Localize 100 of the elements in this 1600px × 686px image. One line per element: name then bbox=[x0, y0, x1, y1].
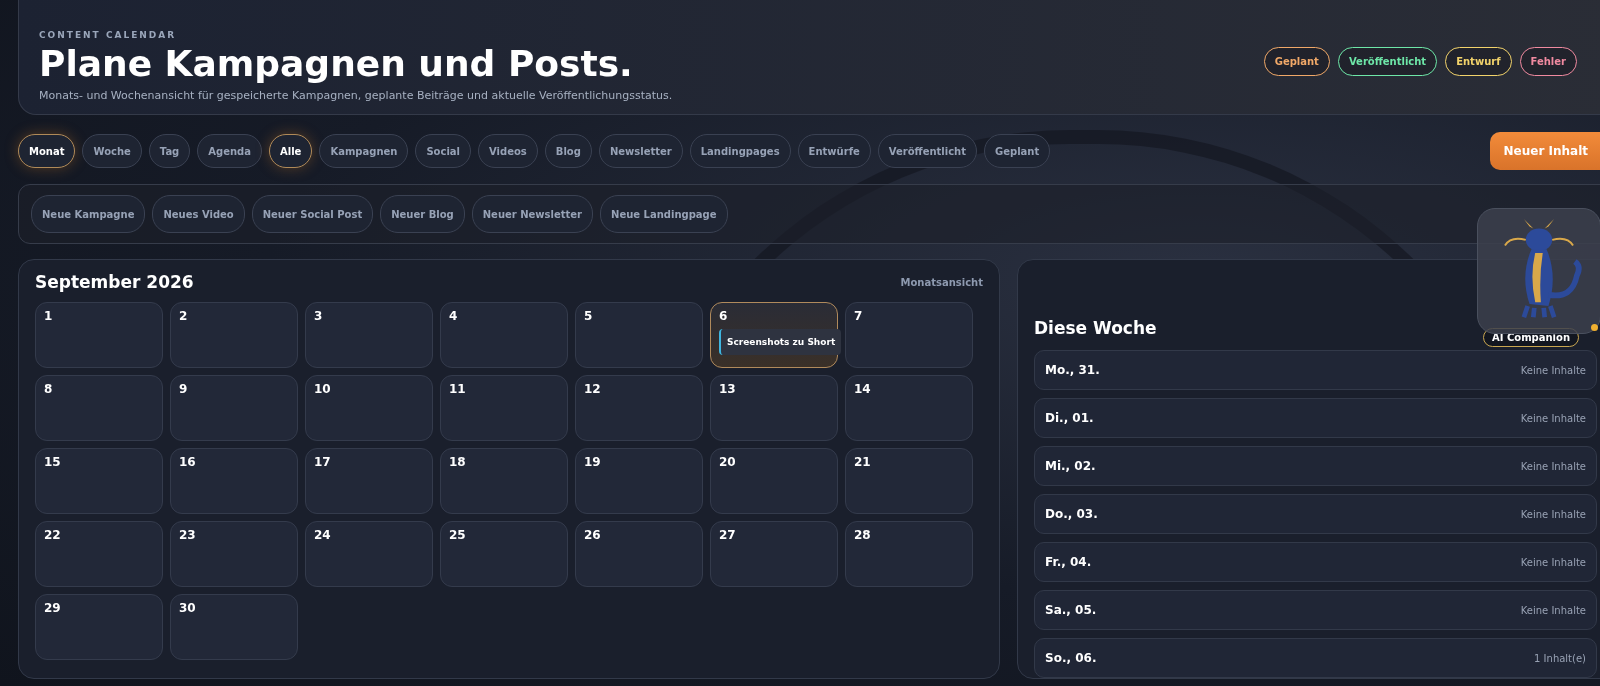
day-number: 14 bbox=[854, 382, 871, 396]
day-cell[interactable]: 19 bbox=[575, 448, 703, 514]
content-count: Keine Inhalte bbox=[1520, 508, 1586, 520]
content-count: Keine Inhalte bbox=[1520, 556, 1586, 568]
day-number: 1 bbox=[44, 309, 53, 323]
day-number: 27 bbox=[719, 528, 736, 542]
view-tab[interactable]: Tag bbox=[148, 134, 191, 168]
week-day-row[interactable]: Mo., 31. Keine Inhalte bbox=[1034, 350, 1597, 390]
day-number: 13 bbox=[719, 382, 736, 396]
filter-chip[interactable]: Entwürfe bbox=[797, 134, 871, 168]
day-number: 16 bbox=[179, 455, 196, 469]
create-button[interactable]: Neue Landingpage bbox=[600, 195, 728, 233]
content-count: Keine Inhalte bbox=[1520, 364, 1586, 376]
day-number: 21 bbox=[854, 455, 871, 469]
day-number: 20 bbox=[719, 455, 736, 469]
filter-chip[interactable]: Geplant bbox=[984, 134, 1051, 168]
day-number: 17 bbox=[314, 455, 331, 469]
day-cell[interactable]: 26 bbox=[575, 521, 703, 587]
day-cell[interactable]: 9 bbox=[170, 375, 298, 441]
day-number: 29 bbox=[44, 601, 61, 615]
day-label: Mo., 31. bbox=[1045, 363, 1100, 377]
day-cell[interactable]: 3 bbox=[305, 302, 433, 368]
filter-chip[interactable]: Landingpages bbox=[689, 134, 791, 168]
view-tab[interactable]: Woche bbox=[82, 134, 142, 168]
day-number: 26 bbox=[584, 528, 601, 542]
day-cell[interactable]: 17 bbox=[305, 448, 433, 514]
create-button[interactable]: Neuer Newsletter bbox=[471, 195, 594, 233]
week-title: Diese Woche bbox=[1034, 318, 1157, 338]
view-tab[interactable]: Agenda bbox=[197, 134, 262, 168]
day-number: 30 bbox=[179, 601, 196, 615]
day-number: 11 bbox=[449, 382, 466, 396]
event-chip[interactable]: Screenshots zu Short bbox=[719, 329, 842, 355]
day-cell[interactable]: 27 bbox=[710, 521, 838, 587]
day-cell[interactable]: 18 bbox=[440, 448, 568, 514]
day-label: Do., 03. bbox=[1045, 507, 1098, 521]
day-cell[interactable]: 2 bbox=[170, 302, 298, 368]
day-cell[interactable]: 30 bbox=[170, 594, 298, 660]
day-cell[interactable]: 15 bbox=[35, 448, 163, 514]
day-number: 28 bbox=[854, 528, 871, 542]
eyebrow-label: CONTENT CALENDAR bbox=[39, 29, 177, 40]
day-cell[interactable]: 8 bbox=[35, 375, 163, 441]
day-cell[interactable]: 5 bbox=[575, 302, 703, 368]
day-cell[interactable]: 10 bbox=[305, 375, 433, 441]
week-day-row[interactable]: So., 06. 1 Inhalt(e) bbox=[1034, 638, 1597, 678]
day-cell[interactable]: 28 bbox=[845, 521, 973, 587]
filter-chip[interactable]: Videos bbox=[478, 134, 538, 168]
week-day-row[interactable]: Di., 01. Keine Inhalte bbox=[1034, 398, 1597, 438]
week-day-row[interactable]: Sa., 05. Keine Inhalte bbox=[1034, 590, 1597, 630]
day-cell[interactable]: 22 bbox=[35, 521, 163, 587]
filter-chip[interactable]: Social bbox=[415, 134, 472, 168]
day-label: Fr., 04. bbox=[1045, 555, 1092, 569]
day-cell[interactable]: 7 bbox=[845, 302, 973, 368]
content-count: Keine Inhalte bbox=[1520, 412, 1586, 424]
week-day-row[interactable]: Mi., 02. Keine Inhalte bbox=[1034, 446, 1597, 486]
page-title: Plane Kampagnen und Posts. bbox=[39, 43, 633, 84]
day-number: 3 bbox=[314, 309, 323, 323]
day-number: 6 bbox=[719, 309, 728, 323]
day-cell[interactable]: 16 bbox=[170, 448, 298, 514]
filter-chip[interactable]: Blog bbox=[544, 134, 592, 168]
day-label: Di., 01. bbox=[1045, 411, 1094, 425]
filter-chip[interactable]: Alle bbox=[269, 134, 313, 168]
day-cell[interactable]: 25 bbox=[440, 521, 568, 587]
day-cell[interactable]: 14 bbox=[845, 375, 973, 441]
filter-chip[interactable]: Newsletter bbox=[598, 134, 683, 168]
day-number: 7 bbox=[854, 309, 863, 323]
day-cell[interactable]: 6 Screenshots zu Short bbox=[710, 302, 838, 368]
day-cell[interactable]: 12 bbox=[575, 375, 703, 441]
day-cell[interactable]: 29 bbox=[35, 594, 163, 660]
day-label: Sa., 05. bbox=[1045, 603, 1097, 617]
day-number: 4 bbox=[449, 309, 458, 323]
create-button[interactable]: Neuer Social Post bbox=[251, 195, 374, 233]
create-button[interactable]: Neuer Blog bbox=[380, 195, 465, 233]
day-label: So., 06. bbox=[1045, 651, 1097, 665]
day-number: 10 bbox=[314, 382, 331, 396]
status-chip: Fehler bbox=[1519, 46, 1577, 76]
view-tab[interactable]: Monat bbox=[18, 134, 76, 168]
status-dot-icon bbox=[1591, 324, 1598, 331]
day-cell[interactable]: 24 bbox=[305, 521, 433, 587]
day-cell[interactable]: 21 bbox=[845, 448, 973, 514]
day-cell[interactable]: 1 bbox=[35, 302, 163, 368]
day-cell[interactable]: 13 bbox=[710, 375, 838, 441]
day-cell[interactable]: 11 bbox=[440, 375, 568, 441]
day-number: 23 bbox=[179, 528, 196, 542]
day-number: 12 bbox=[584, 382, 601, 396]
day-cell[interactable]: 23 bbox=[170, 521, 298, 587]
companion-avatar[interactable] bbox=[1477, 208, 1600, 334]
day-number: 25 bbox=[449, 528, 466, 542]
create-button[interactable]: Neues Video bbox=[152, 195, 245, 233]
content-count: Keine Inhalte bbox=[1520, 460, 1586, 472]
day-number: 19 bbox=[584, 455, 601, 469]
day-cell[interactable]: 4 bbox=[440, 302, 568, 368]
day-cell[interactable]: 20 bbox=[710, 448, 838, 514]
filter-chip[interactable]: Veröffentlicht bbox=[877, 134, 977, 168]
week-day-row[interactable]: Do., 03. Keine Inhalte bbox=[1034, 494, 1597, 534]
week-day-row[interactable]: Fr., 04. Keine Inhalte bbox=[1034, 542, 1597, 582]
filter-chip[interactable]: Kampagnen bbox=[319, 134, 409, 168]
create-button[interactable]: Neue Kampagne bbox=[31, 195, 146, 233]
day-number: 2 bbox=[179, 309, 188, 323]
page-subtitle: Monats- und Wochenansicht für gespeicherte Kampagnen, geplante Beiträge und aktuelle Veröffentlichungsstatus. bbox=[39, 89, 673, 103]
day-number: 15 bbox=[44, 455, 61, 469]
